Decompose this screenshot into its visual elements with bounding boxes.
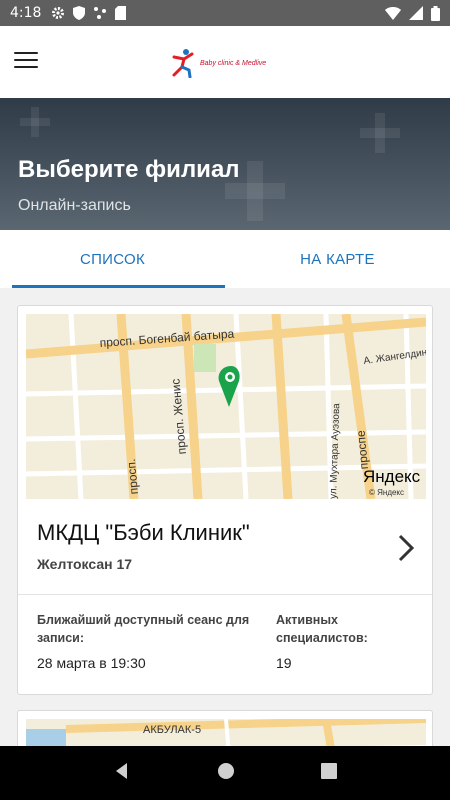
nearest-session-label: Ближайший доступный сеанс для записи: (37, 613, 250, 645)
status-time: 4:18 (10, 5, 42, 21)
system-nav-bar (0, 746, 450, 800)
back-icon[interactable] (113, 762, 131, 785)
signal-icon (409, 6, 423, 20)
active-specialists-label: Активных специалистов: (276, 613, 368, 645)
chevron-right-icon[interactable] (396, 532, 416, 564)
yandex-copyright: © Яндекс (369, 488, 404, 497)
hamburger-icon[interactable] (14, 52, 38, 72)
shield-icon (73, 6, 86, 20)
running-figure-icon (172, 49, 194, 78)
sd-card-icon (115, 6, 127, 20)
yandex-brand: Яндекс (363, 467, 421, 486)
branch-address: Желтоксан 17 (37, 556, 133, 572)
branch-card[interactable]: просп. Богенбай батыра просп. Женис прос… (17, 305, 433, 695)
map-street-label: АКБУЛАК-5 (143, 724, 201, 736)
tab-list[interactable]: СПИСОК (0, 230, 225, 288)
battery-icon (431, 5, 440, 21)
card-divider (18, 594, 432, 595)
gear-icon (52, 7, 65, 19)
tab-map[interactable]: НА КАРТЕ (225, 230, 450, 288)
recents-icon[interactable] (321, 762, 337, 784)
status-bar: 4:18 (0, 0, 450, 26)
nearest-session-value: 28 марта в 19:30 (37, 655, 146, 671)
dots-icon (94, 7, 107, 19)
clinic-logo: Baby clinic & Medlive (170, 48, 266, 78)
wifi-icon (385, 7, 401, 20)
tab-bar: СПИСОК НА КАРТЕ (0, 230, 450, 288)
page-subtitle: Онлайн-запись (18, 197, 131, 214)
logo-text: Baby clinic & Medlive (200, 59, 267, 67)
branch-name: МКДЦ "Бэби Клиник" (37, 520, 250, 545)
app-bar: Baby clinic & Medlive (0, 26, 450, 98)
active-specialists-value: 19 (276, 655, 292, 671)
hero-banner: Выберите филиал Онлайн-запись (0, 98, 450, 230)
home-icon[interactable] (217, 762, 235, 785)
page-title: Выберите филиал (18, 156, 240, 183)
branch-map[interactable]: просп. Богенбай батыра просп. Женис прос… (26, 314, 426, 499)
